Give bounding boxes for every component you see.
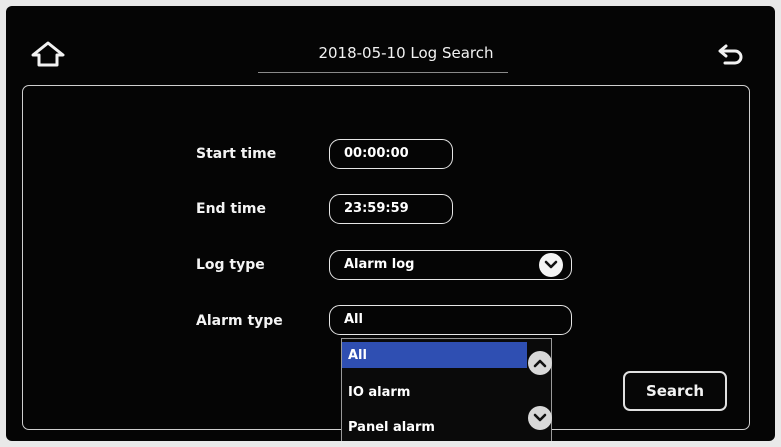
end-time-field[interactable]: 23:59:59 [329, 194, 453, 224]
chevron-up-icon [533, 359, 547, 368]
header-bar: 2018-05-10 Log Search [6, 6, 775, 76]
title-underline [258, 72, 508, 73]
dropdown-option-all[interactable]: All [342, 342, 527, 368]
start-time-label: Start time [196, 146, 277, 162]
start-time-field[interactable]: 00:00:00 [329, 139, 453, 169]
chevron-down-icon [544, 260, 558, 269]
chevron-down-icon [533, 413, 547, 422]
alarm-type-select[interactable]: All [329, 305, 572, 335]
back-arrow-icon [718, 44, 743, 65]
search-button[interactable]: Search [623, 371, 727, 411]
alarm-type-value: All [344, 312, 363, 327]
end-time-label: End time [196, 201, 266, 217]
log-type-label: Log type [196, 257, 265, 273]
scroll-down-button[interactable] [528, 406, 552, 430]
home-button[interactable] [28, 39, 68, 69]
scroll-up-button[interactable] [528, 351, 552, 375]
log-type-select[interactable]: Alarm log [329, 250, 572, 280]
home-icon [31, 41, 65, 67]
alarm-type-dropdown-list: All IO alarm Panel alarm [341, 338, 552, 441]
log-type-dropdown-button[interactable] [539, 253, 563, 277]
back-button[interactable] [713, 39, 749, 69]
log-type-value: Alarm log [344, 257, 415, 272]
page-title: 2018-05-10 Log Search [318, 44, 494, 62]
log-search-screen: 2018-05-10 Log Search Start time 00:00:0… [6, 6, 775, 441]
dropdown-option-panel-alarm[interactable]: Panel alarm [342, 414, 527, 440]
dropdown-option-io-alarm[interactable]: IO alarm [342, 379, 527, 405]
alarm-type-label: Alarm type [196, 313, 283, 329]
